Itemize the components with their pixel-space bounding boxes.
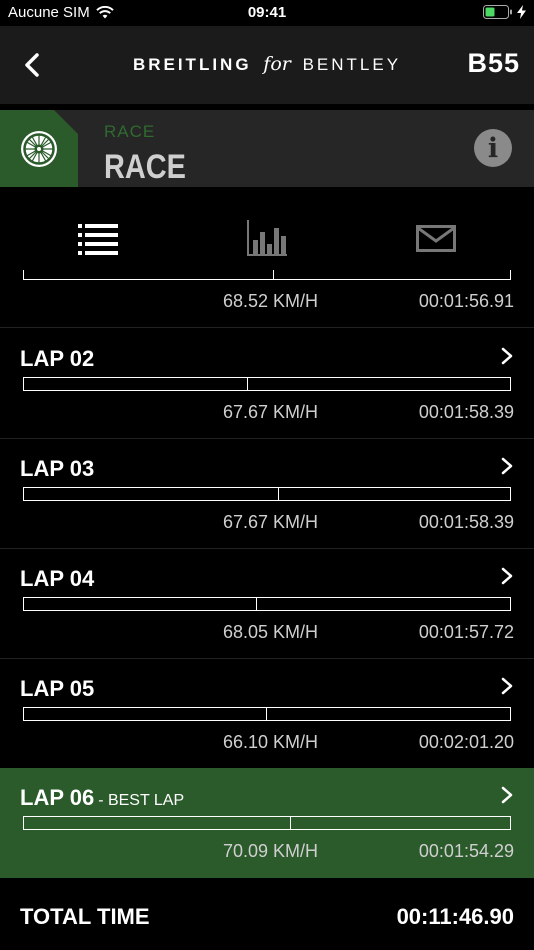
lap-label: LAP 04 <box>20 566 95 591</box>
lap-marker <box>290 817 291 829</box>
envelope-icon <box>416 225 456 252</box>
lap-progress-bar <box>23 487 511 501</box>
lap-marker <box>273 270 274 279</box>
lap-time: 00:01:58.39 <box>418 402 514 422</box>
bar-chart-icon <box>247 220 287 256</box>
chevron-right-icon <box>501 347 513 365</box>
total-time-value: 00:11:46.90 <box>396 904 514 929</box>
lap-progress-bar <box>23 816 511 830</box>
lap-marker <box>247 378 248 390</box>
lap-row-06-best[interactable]: LAP 06- BEST LAP 70.09 KM/H 00:01:54.29 <box>0 768 534 878</box>
status-bar: Aucune SIM 09:41 <box>0 0 534 26</box>
chevron-right-icon <box>501 786 513 804</box>
lap-list[interactable]: 68.52 KM/H 00:01:56.91 LAP 02 67.67 KM/H… <box>0 270 534 878</box>
lap-label: LAP 02 <box>20 346 95 371</box>
charging-bolt-icon <box>517 5 526 19</box>
lap-marker <box>266 708 267 720</box>
lap-time: 00:01:54.29 <box>418 841 514 861</box>
brand-bentley: BENTLEY <box>302 55 402 74</box>
lap-progress-bar <box>23 597 511 611</box>
lap-speed: 67.67 KM/H <box>222 512 318 532</box>
lap-row-03[interactable]: LAP 03 67.67 KM/H 00:01:58.39 <box>0 439 534 549</box>
lap-speed: 67.67 KM/H <box>222 402 318 422</box>
chevron-right-icon <box>501 567 513 585</box>
lap-time: 00:01:58.39 <box>418 512 514 532</box>
lap-marker <box>256 598 257 610</box>
lap-row-02[interactable]: LAP 02 67.67 KM/H 00:01:58.39 <box>0 329 534 439</box>
info-icon: i <box>487 132 499 164</box>
tab-list-view[interactable] <box>68 219 128 259</box>
lap-speed: 68.52 KM/H <box>222 291 318 311</box>
lap-time: 00:01:57.72 <box>418 622 514 642</box>
model-label: B55 <box>467 48 520 78</box>
lap-progress-bar <box>23 707 511 721</box>
total-time-footer: TOTAL TIME 00:11:46.90 <box>0 878 534 950</box>
mode-tab <box>0 110 78 187</box>
total-time-label: TOTAL TIME <box>20 904 150 929</box>
tab-share[interactable] <box>406 219 466 259</box>
brand-for: for <box>263 53 291 75</box>
mode-title: RACE <box>104 148 186 186</box>
brand-logo: BREITLING for BENTLEY <box>0 53 534 75</box>
lap-marker <box>278 488 279 500</box>
info-button[interactable]: i <box>474 129 512 167</box>
lap-progress-bar <box>23 270 511 280</box>
lap-label: LAP 03 <box>20 456 95 481</box>
status-right <box>483 5 526 19</box>
brand-breitling: BREITLING <box>132 55 252 74</box>
lap-speed: 68.05 KM/H <box>222 622 318 642</box>
lap-label: LAP 06- BEST LAP <box>20 785 185 810</box>
lap-speed: 70.09 KM/H <box>222 841 318 861</box>
lap-row-05[interactable]: LAP 05 66.10 KM/H 00:02:01.20 <box>0 659 534 769</box>
lap-label: LAP 05 <box>20 676 95 701</box>
mode-subtitle: RACE <box>104 122 156 141</box>
chevron-right-icon <box>501 677 513 695</box>
mode-header: RACE RACE i <box>0 110 534 187</box>
tab-chart-view[interactable] <box>237 219 297 259</box>
lap-progress-bar <box>23 377 511 391</box>
lap-time: 00:02:01.20 <box>418 732 514 752</box>
view-tabs <box>0 187 534 277</box>
wheel-icon <box>21 131 57 167</box>
best-lap-label: - BEST LAP <box>98 792 185 809</box>
lap-speed: 66.10 KM/H <box>222 732 318 752</box>
chevron-right-icon <box>501 457 513 475</box>
status-time: 09:41 <box>247 4 287 21</box>
navigation-bar: BREITLING for BENTLEY B55 <box>0 26 534 104</box>
lap-row-01[interactable]: 68.52 KM/H 00:01:56.91 <box>0 270 534 328</box>
lap-time: 00:01:56.91 <box>418 291 514 311</box>
list-icon <box>78 224 118 255</box>
battery-icon <box>483 5 512 19</box>
lap-row-04[interactable]: LAP 04 68.05 KM/H 00:01:57.72 <box>0 549 534 659</box>
